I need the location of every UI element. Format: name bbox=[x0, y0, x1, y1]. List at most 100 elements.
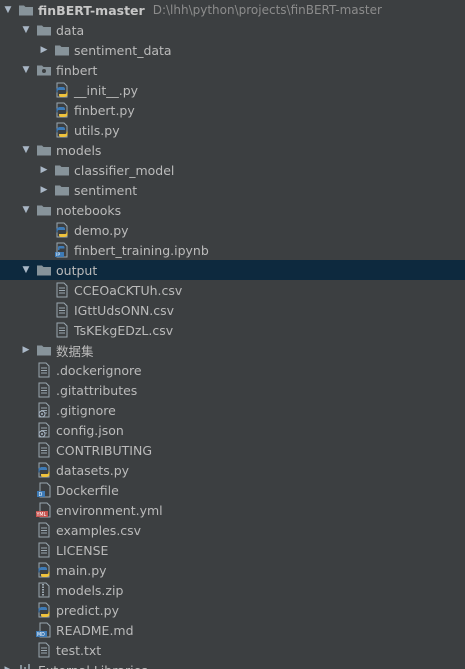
project-path: D:\lhh\python\projects\finBERT-master bbox=[152, 3, 382, 17]
tree-item-file[interactable]: MD README.md bbox=[0, 620, 465, 640]
tree-item-label: finbert bbox=[56, 62, 98, 78]
tree-item-label: test.txt bbox=[56, 642, 102, 658]
tree-item-file[interactable]: examples.csv bbox=[0, 520, 465, 540]
tree-item-label: demo.py bbox=[74, 222, 129, 238]
folder-icon bbox=[54, 162, 70, 178]
yaml-file-icon: YML bbox=[36, 502, 52, 518]
expand-down-arrow-icon[interactable]: ▼ bbox=[20, 140, 32, 160]
tree-item-label: data bbox=[56, 22, 85, 38]
tree-item-label: External Libraries bbox=[38, 663, 148, 669]
text-file-icon bbox=[54, 302, 70, 318]
tree-item-file[interactable]: __init__.py bbox=[0, 80, 465, 100]
collapse-right-arrow-icon[interactable]: ▶ bbox=[38, 160, 50, 180]
expand-down-arrow-icon[interactable]: ▼ bbox=[20, 20, 32, 40]
markdown-file-icon: MD bbox=[36, 622, 52, 638]
tree-item-label: sentiment_data bbox=[74, 42, 172, 58]
python-file-icon bbox=[36, 562, 52, 578]
tree-item-file[interactable]: predict.py bbox=[0, 600, 465, 620]
tree-item-folder[interactable]: ▶ classifier_model bbox=[0, 160, 465, 180]
tree-item-file[interactable]: IP finbert_training.ipynb bbox=[0, 240, 465, 260]
text-file-icon bbox=[36, 542, 52, 558]
project-tree[interactable]: ▼ finBERT-master D:\lhh\python\projects\f… bbox=[0, 0, 465, 669]
tree-item-folder[interactable]: ▶ External Libraries bbox=[0, 660, 465, 669]
tree-item-file[interactable]: demo.py bbox=[0, 220, 465, 240]
tree-item-folder[interactable]: ▶ sentiment bbox=[0, 180, 465, 200]
tree-item-label: CCEOaCKTUh.csv bbox=[74, 282, 183, 298]
tree-item-file[interactable]: LICENSE bbox=[0, 540, 465, 560]
folder-icon bbox=[36, 142, 52, 158]
collapse-right-arrow-icon[interactable]: ▶ bbox=[20, 340, 32, 360]
svg-text:IP: IP bbox=[56, 252, 60, 258]
folder-icon bbox=[36, 262, 52, 278]
tree-item-folder[interactable]: ▶ sentiment_data bbox=[0, 40, 465, 60]
tree-item-file[interactable]: config.json bbox=[0, 420, 465, 440]
expand-down-arrow-icon[interactable]: ▼ bbox=[20, 200, 32, 220]
tree-item-file[interactable]: YML environment.yml bbox=[0, 500, 465, 520]
tree-item-file[interactable]: CONTRIBUTING bbox=[0, 440, 465, 460]
folder-icon bbox=[18, 2, 34, 18]
tree-item-label: config.json bbox=[56, 422, 124, 438]
tree-item-label: .gitattributes bbox=[56, 382, 138, 398]
tree-item-label: finBERT-master bbox=[38, 2, 145, 18]
tree-item-folder[interactable]: ▼ finBERT-master D:\lhh\python\projects\f… bbox=[0, 0, 465, 20]
folder-icon bbox=[54, 42, 70, 58]
tree-item-label: finbert.py bbox=[74, 102, 135, 118]
tree-item-folder[interactable]: ▼ notebooks bbox=[0, 200, 465, 220]
svg-text:YML: YML bbox=[36, 512, 47, 518]
python-file-icon bbox=[54, 222, 70, 238]
collapse-right-arrow-icon[interactable]: ▶ bbox=[38, 40, 50, 60]
tree-item-folder[interactable]: ▼ output bbox=[0, 260, 465, 280]
expand-down-arrow-icon[interactable]: ▼ bbox=[2, 0, 14, 20]
tree-item-file[interactable]: IGttUdsONN.csv bbox=[0, 300, 465, 320]
tree-item-label: models bbox=[56, 142, 102, 158]
tree-item-label: __init__.py bbox=[74, 82, 139, 98]
python-file-icon bbox=[36, 602, 52, 618]
tree-item-file[interactable]: main.py bbox=[0, 560, 465, 580]
tree-item-label: .dockerignore bbox=[56, 362, 142, 378]
python-file-icon bbox=[54, 122, 70, 138]
tree-item-file[interactable]: D Dockerfile bbox=[0, 480, 465, 500]
docker-file-icon: D bbox=[36, 482, 52, 498]
tree-item-file[interactable]: test.txt bbox=[0, 640, 465, 660]
folder-icon bbox=[36, 202, 52, 218]
tree-item-file[interactable]: models.zip bbox=[0, 580, 465, 600]
tree-item-file[interactable]: .gitignore bbox=[0, 400, 465, 420]
tree-item-file[interactable]: datasets.py bbox=[0, 460, 465, 480]
tree-item-label: CONTRIBUTING bbox=[56, 442, 153, 458]
tree-item-file[interactable]: TsKEkgEDzL.csv bbox=[0, 320, 465, 340]
expand-down-arrow-icon[interactable]: ▼ bbox=[20, 260, 32, 280]
tree-item-file[interactable]: .dockerignore bbox=[0, 360, 465, 380]
tree-item-folder[interactable]: ▼ data bbox=[0, 20, 465, 40]
svg-text:MD: MD bbox=[37, 632, 45, 638]
notebook-file-icon: IP bbox=[54, 242, 70, 258]
tree-item-label: sentiment bbox=[74, 182, 138, 198]
tree-item-file[interactable]: utils.py bbox=[0, 120, 465, 140]
tree-item-file[interactable]: finbert.py bbox=[0, 100, 465, 120]
tree-item-file[interactable]: .gitattributes bbox=[0, 380, 465, 400]
expand-down-arrow-icon[interactable]: ▼ bbox=[20, 60, 32, 80]
folder-icon bbox=[36, 342, 52, 358]
collapse-right-arrow-icon[interactable]: ▶ bbox=[38, 180, 50, 200]
svg-text:D: D bbox=[39, 492, 43, 498]
tree-item-file[interactable]: CCEOaCKTUh.csv bbox=[0, 280, 465, 300]
tree-item-folder[interactable]: ▼ models bbox=[0, 140, 465, 160]
collapse-right-arrow-icon[interactable]: ▶ bbox=[2, 660, 14, 669]
tree-item-label: notebooks bbox=[56, 202, 122, 218]
tree-item-folder[interactable]: ▼ finbert bbox=[0, 60, 465, 80]
tree-item-folder[interactable]: ▶ 数据集 bbox=[0, 340, 465, 360]
